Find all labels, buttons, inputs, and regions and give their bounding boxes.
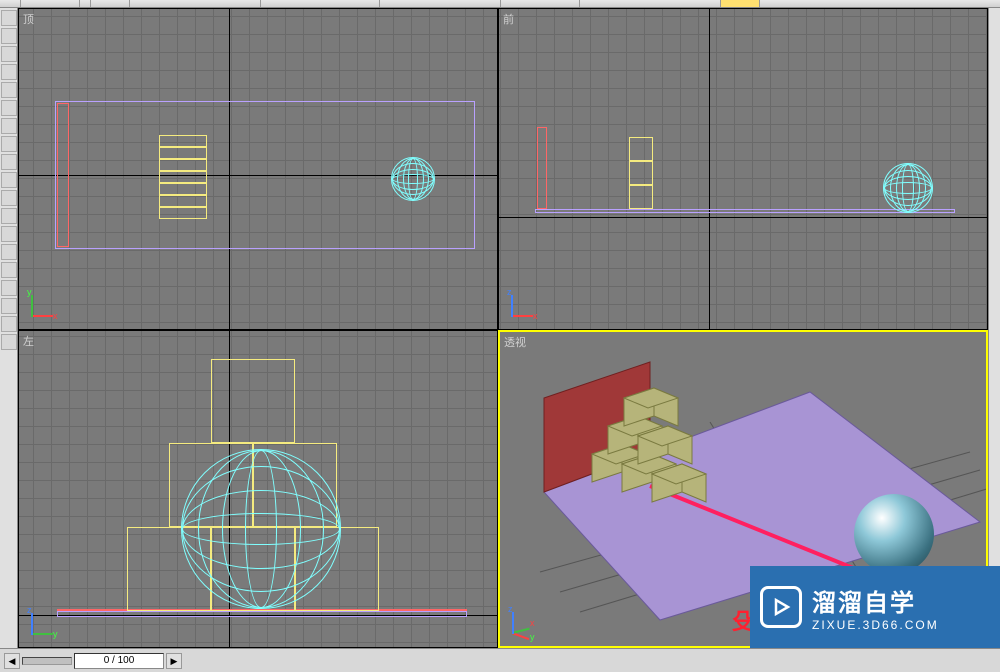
axis-line-h xyxy=(499,217,987,218)
wire-box xyxy=(159,147,207,159)
tool-button[interactable] xyxy=(1,46,17,62)
wire-wall xyxy=(537,127,547,209)
tool-button[interactable] xyxy=(1,82,17,98)
axis-gizmo: x y xyxy=(27,285,63,321)
tool-button[interactable] xyxy=(1,244,17,260)
viewport-top[interactable]: 顶 x y xyxy=(18,8,498,330)
tool-button[interactable] xyxy=(1,334,17,350)
axis-gizmo: x z xyxy=(507,285,543,321)
wire-box xyxy=(159,195,207,207)
wire-box xyxy=(629,185,653,209)
timeline-prev-button[interactable]: ◀ xyxy=(4,653,20,669)
tool-button[interactable] xyxy=(1,118,17,134)
tool-button[interactable] xyxy=(1,226,17,242)
right-panel-strip[interactable] xyxy=(988,8,1000,648)
toolbar-segment[interactable] xyxy=(720,0,760,7)
toolbar-segment[interactable] xyxy=(260,0,380,7)
toolbar-segment[interactable] xyxy=(90,0,130,7)
toolbar-segment[interactable] xyxy=(20,0,80,7)
wire-box xyxy=(159,171,207,183)
tool-button[interactable] xyxy=(1,100,17,116)
timeline-next-button[interactable]: ▶ xyxy=(166,653,182,669)
tool-button[interactable] xyxy=(1,190,17,206)
tool-button[interactable] xyxy=(1,172,17,188)
wire-sphere xyxy=(181,449,341,609)
wire-box xyxy=(159,183,207,195)
tool-button[interactable] xyxy=(1,28,17,44)
tool-button[interactable] xyxy=(1,136,17,152)
tool-button[interactable] xyxy=(1,208,17,224)
timeline-slider[interactable] xyxy=(22,657,72,665)
viewport-label: 左 xyxy=(23,333,34,349)
tool-button[interactable] xyxy=(1,262,17,278)
timeline-bar: ◀ 0 / 100 ▶ xyxy=(0,648,1000,672)
viewport-left[interactable]: 左 y z xyxy=(18,330,498,648)
wire-box xyxy=(159,135,207,147)
toolbar-segment[interactable] xyxy=(500,0,580,7)
axis-gizmo: z x y xyxy=(508,602,544,638)
watermark-banner: 溜溜自学 ZIXUE.3D66.COM xyxy=(750,566,1000,648)
wire-box xyxy=(629,161,653,185)
tool-button[interactable] xyxy=(1,316,17,332)
top-toolbar xyxy=(0,0,1000,8)
tool-button[interactable] xyxy=(1,280,17,296)
tool-button[interactable] xyxy=(1,298,17,314)
tool-button[interactable] xyxy=(1,154,17,170)
viewport-label: 顶 xyxy=(23,11,34,27)
tool-button[interactable] xyxy=(1,10,17,26)
viewport-label: 透视 xyxy=(504,334,526,350)
wire-ground xyxy=(57,611,467,617)
wire-sphere xyxy=(391,157,435,201)
wire-ground xyxy=(535,209,955,213)
wire-box xyxy=(159,207,207,219)
left-toolbar xyxy=(0,8,18,648)
viewport-front[interactable]: 前 x z xyxy=(498,8,988,330)
wire-box xyxy=(159,159,207,171)
watermark-logo-icon xyxy=(760,586,802,628)
watermark-title: 溜溜自学 xyxy=(812,583,939,618)
wire-sphere xyxy=(883,163,933,213)
frame-display: 0 / 100 xyxy=(74,653,164,669)
wire-box xyxy=(629,137,653,161)
tool-button[interactable] xyxy=(1,64,17,80)
watermark-url: ZIXUE.3D66.COM xyxy=(812,618,939,632)
axis-gizmo: y z xyxy=(27,603,63,639)
viewport-container: 顶 x y 前 xyxy=(18,8,988,648)
scene-sphere xyxy=(854,494,934,574)
wire-box xyxy=(211,359,295,443)
wire-wall xyxy=(57,103,69,247)
axis-line-v xyxy=(709,9,710,329)
viewport-label: 前 xyxy=(503,11,514,27)
